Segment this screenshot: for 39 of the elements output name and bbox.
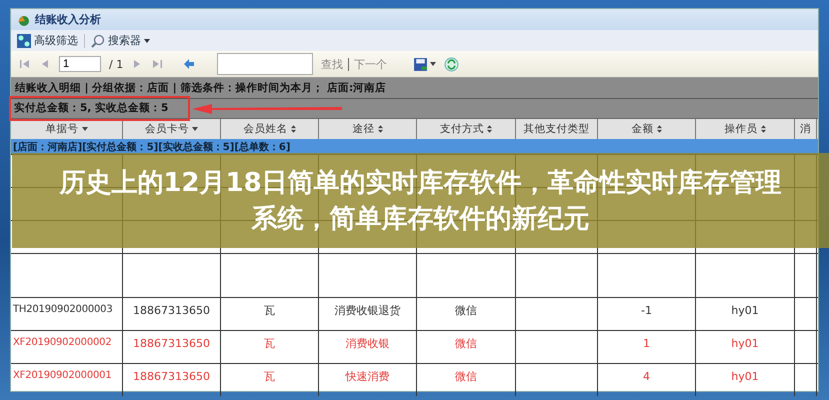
back-arrow-icon[interactable] bbox=[183, 58, 196, 70]
table-cell-text: 瓦 bbox=[264, 304, 275, 319]
table-cell-text: hy01 bbox=[731, 370, 759, 385]
table-cell-text: XF20190902000002 bbox=[13, 337, 112, 350]
filter-icon bbox=[17, 34, 31, 48]
table-cell-text: 微信 bbox=[455, 370, 477, 385]
window-title: 结账收入分析 bbox=[35, 12, 101, 27]
table-cell-text: -1 bbox=[641, 304, 652, 319]
toolbar-button[interactable]: 搜索器 bbox=[89, 33, 152, 48]
table-cell-text: 18867313650 bbox=[133, 304, 210, 319]
table-cell-text: 微信 bbox=[455, 304, 477, 319]
search-field[interactable] bbox=[217, 53, 314, 75]
refresh-icon[interactable] bbox=[444, 56, 460, 72]
table-cell-text: 1 bbox=[643, 337, 650, 352]
table-cell-text: 4 bbox=[643, 370, 650, 385]
table-cell-text: 瓦 bbox=[264, 370, 275, 385]
table-cell-text: XF20190902000001 bbox=[13, 370, 112, 383]
table-cell-text: 消费收银 bbox=[346, 337, 390, 352]
save-icon[interactable] bbox=[413, 56, 428, 72]
table-cell-text: 18867313650 bbox=[133, 370, 210, 385]
table-cell-text: TH20190902000003 bbox=[13, 304, 113, 317]
table-cell-text: 微信 bbox=[455, 337, 477, 352]
first-page-icon[interactable] bbox=[19, 58, 31, 70]
search-icon bbox=[91, 34, 105, 48]
table-cell-text: 瓦 bbox=[264, 337, 275, 352]
group-row: [店面：河南店][实付总金额：5][实收总金额：5][总单数：6] bbox=[11, 139, 818, 154]
table-cell-text: hy01 bbox=[731, 337, 759, 352]
table-cell-text: 18867313650 bbox=[133, 337, 210, 352]
table-cell-text: 快速消费 bbox=[346, 370, 390, 385]
table-cell-text: hy01 bbox=[731, 304, 759, 319]
page-field[interactable]: 1 bbox=[59, 56, 101, 72]
page-total: / 1 bbox=[109, 58, 124, 70]
report-info: 结账收入明细 | 分组依据：店面 | 筛选条件：操作时间为本月； 店面:河南店 bbox=[11, 78, 818, 99]
caret-icon[interactable] bbox=[430, 62, 436, 66]
toolbar-button[interactable]: 高级筛选 bbox=[15, 33, 80, 48]
table-cell-text: 消费收银退货 bbox=[334, 304, 400, 319]
totals-label: 实付总金额：5, 实收总金额：5 bbox=[11, 98, 188, 119]
last-page-icon[interactable] bbox=[151, 58, 164, 70]
banner-title: 历史上的12月18日简单的实时库存软件，革命性实时库存管理系统，简单库存软件的新纪元 bbox=[58, 166, 783, 236]
